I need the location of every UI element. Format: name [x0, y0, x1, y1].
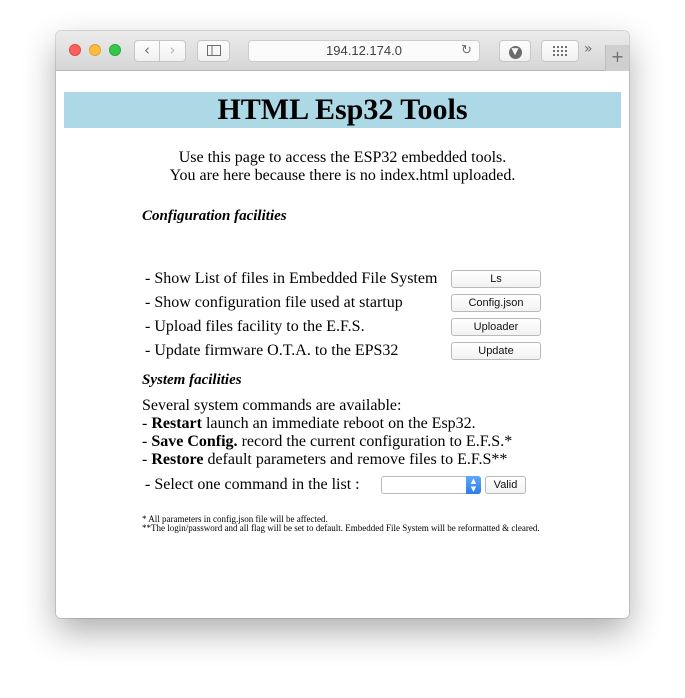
chevron-double-right-icon[interactable]: »	[584, 41, 593, 57]
config-row-label: - Update firmware O.T.A. to the EPS32	[145, 342, 399, 359]
ls-button[interactable]: Ls	[451, 270, 541, 288]
tab-overview-button[interactable]	[541, 40, 579, 62]
forward-button[interactable]: ›	[160, 41, 185, 61]
config-section-title: Configuration facilities	[142, 208, 287, 224]
config-row-update: - Update firmware O.T.A. to the EPS32	[145, 342, 398, 360]
command-name: Restore	[151, 451, 204, 468]
command-save-config: - Save Config. record the current config…	[142, 433, 512, 451]
sidebar-button[interactable]	[197, 40, 230, 62]
tab-overview-icon	[553, 46, 567, 56]
system-section-title: System facilities	[142, 372, 242, 388]
page-title: HTML Esp32 Tools	[64, 92, 621, 128]
command-restart: - Restart launch an immediate reboot on …	[142, 415, 512, 433]
new-tab-button[interactable]: +	[605, 45, 629, 71]
uploader-button[interactable]: Uploader	[451, 318, 541, 336]
update-button[interactable]: Update	[451, 342, 541, 360]
page-content: HTML Esp32 Tools Use this page to access…	[56, 71, 629, 618]
minimize-window-button[interactable]	[89, 44, 101, 56]
footnotes: * All parameters in config.json file wil…	[142, 515, 552, 533]
command-desc: default parameters and remove files to E…	[203, 451, 508, 468]
updown-chevron-icon: ▲ ▼	[466, 476, 481, 494]
config-row-label: - Show List of files in Embedded File Sy…	[145, 270, 438, 287]
download-icon: ▼	[508, 46, 522, 59]
browser-toolbar: ‹ › 194.12.174.0 ↻ ▼ » +	[56, 31, 629, 71]
config-row-config-json: - Show configuration file used at startu…	[145, 294, 403, 312]
command-select[interactable]: ▲ ▼	[381, 476, 481, 494]
command-prefix: -	[142, 433, 152, 450]
download-button[interactable]: ▼	[499, 40, 531, 62]
intro-text: Use this page to access the ESP32 embedd…	[56, 149, 629, 185]
command-restore: - Restore default parameters and remove …	[142, 451, 512, 469]
command-name: Restart	[151, 415, 202, 432]
back-button[interactable]: ‹	[135, 41, 160, 61]
reload-icon[interactable]: ↻	[461, 41, 472, 61]
intro-line-1: Use this page to access the ESP32 embedd…	[178, 149, 507, 166]
command-desc: launch an immediate reboot on the Esp32.	[201, 415, 476, 432]
navigation-buttons: ‹ ›	[134, 40, 186, 62]
config-row-ls: - Show List of files in Embedded File Sy…	[145, 270, 437, 288]
config-json-button[interactable]: Config.json	[451, 294, 541, 312]
select-command-label: - Select one command in the list :	[145, 476, 360, 493]
address-text: 194.12.174.0	[326, 43, 402, 58]
maximize-window-button[interactable]	[109, 44, 121, 56]
config-row-label: - Upload files facility to the E.F.S.	[145, 318, 365, 335]
sidebar-icon	[206, 45, 221, 56]
footnote-2: **The login/password and all flag will b…	[142, 523, 540, 533]
command-desc: record the current configuration to E.F.…	[237, 433, 513, 450]
browser-window: ‹ › 194.12.174.0 ↻ ▼ » + HTML Esp32 Tool…	[56, 31, 629, 618]
valid-button[interactable]: Valid	[485, 476, 526, 494]
command-name: Save Config.	[151, 433, 238, 450]
intro-line-2: You are here because there is no index.h…	[169, 167, 516, 184]
address-bar[interactable]: 194.12.174.0 ↻	[248, 40, 480, 62]
command-prefix: -	[142, 451, 152, 468]
close-window-button[interactable]	[69, 44, 81, 56]
system-intro: Several system commands are available:	[142, 397, 402, 414]
system-commands-text: Several system commands are available: -…	[142, 397, 512, 469]
command-prefix: -	[142, 415, 152, 432]
config-row-label: - Show configuration file used at startu…	[145, 294, 403, 311]
config-row-uploader: - Upload files facility to the E.F.S.	[145, 318, 365, 336]
